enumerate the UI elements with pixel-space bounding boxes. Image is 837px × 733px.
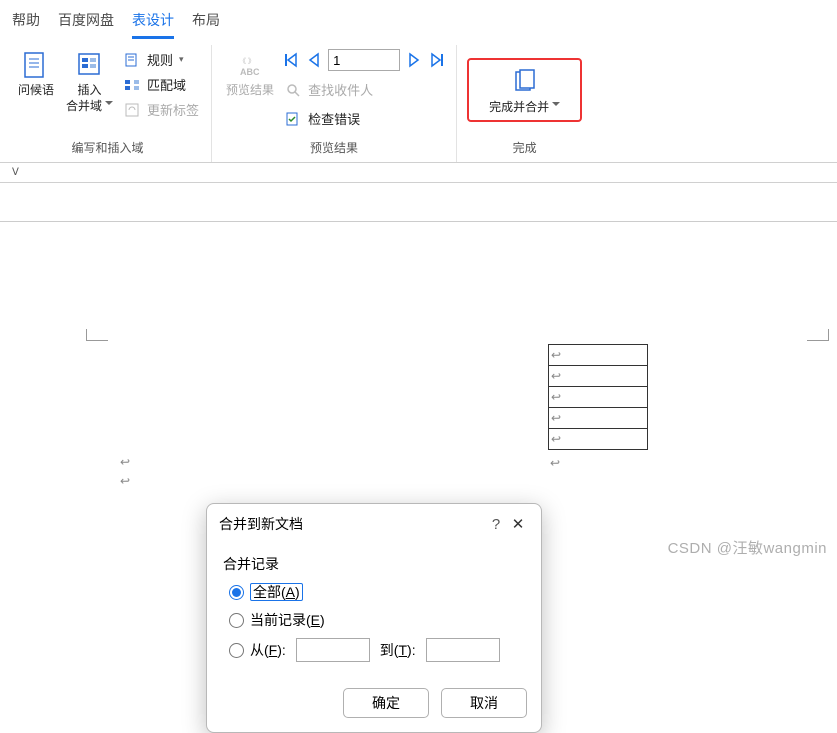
finish-merge-icon <box>509 66 541 98</box>
preview-icon: 《 》 ABC <box>234 49 266 81</box>
ribbon: 问候语 插入 合并域 规则 ▾ <box>0 39 837 163</box>
rules-button[interactable]: 规则 ▾ <box>121 49 201 70</box>
merge-to-new-document-dialog: 合并到新文档 ? ✕ 合并记录 全部(A) 当前记录(E) 从(F): 到(T)… <box>206 503 542 733</box>
update-labels-button: 更新标签 <box>121 99 201 120</box>
ok-button[interactable]: 确定 <box>343 688 429 718</box>
paragraph-marks: ↩↩ <box>120 453 130 491</box>
to-input[interactable] <box>426 638 500 662</box>
insert-field-icon <box>74 49 106 81</box>
paragraph-mark-icon: ↩ <box>551 411 561 425</box>
greeting-label: 问候语 <box>18 83 54 99</box>
from-input[interactable] <box>296 638 370 662</box>
table-row[interactable]: ↩ <box>548 365 648 387</box>
paragraph-mark-icon: ↩ <box>551 390 561 404</box>
dialog-close-button[interactable]: ✕ <box>507 515 529 533</box>
to-label: 到(T): <box>380 640 416 660</box>
radio-all[interactable] <box>229 585 244 600</box>
tab-table-design[interactable]: 表设计 <box>132 10 174 39</box>
match-fields-button[interactable]: 匹配域 <box>121 74 201 95</box>
page-corner-left <box>86 329 108 341</box>
prev-record-button[interactable] <box>306 51 322 69</box>
next-record-button[interactable] <box>406 51 422 69</box>
finish-merge-highlight: 完成并合并 <box>467 58 582 122</box>
ribbon-tabs: 帮助 百度网盘 表设计 布局 <box>0 0 837 39</box>
check-errors-button[interactable]: 检查错误 <box>282 108 446 129</box>
match-fields-icon <box>123 76 141 94</box>
insert-field-label: 插入 合并域 <box>66 83 113 114</box>
record-number-input[interactable] <box>328 49 400 71</box>
rules-icon <box>123 51 141 69</box>
radio-current-label: 当前记录(E) <box>250 610 325 630</box>
table-row[interactable]: ↩ <box>548 428 648 450</box>
group-preview-results: 《 》 ABC 预览结果 查找收件人 <box>212 45 457 162</box>
radio-all-row[interactable]: 全部(A) <box>229 582 525 602</box>
first-record-button[interactable] <box>282 51 300 69</box>
tab-layout[interactable]: 布局 <box>192 10 220 39</box>
radio-from[interactable] <box>229 643 244 658</box>
check-errors-label: 检查错误 <box>308 109 360 128</box>
svg-text:《 》: 《 》 <box>239 57 255 65</box>
cancel-button[interactable]: 取消 <box>441 688 527 718</box>
dialog-help-button[interactable]: ? <box>485 516 507 533</box>
search-icon <box>284 81 302 99</box>
page-corner-right <box>807 329 829 341</box>
paragraph-mark-icon: ↩ <box>551 369 561 383</box>
radio-current[interactable] <box>229 613 244 628</box>
paragraph-mark-icon: ↩ <box>551 348 561 362</box>
radio-all-label: 全部(A) <box>250 582 303 602</box>
page-boundary <box>0 221 837 222</box>
group-finish: 完成并合并 完成 <box>457 45 592 162</box>
ribbon-collapse-toggle[interactable]: ᐯ <box>0 163 837 183</box>
radio-from-row[interactable]: 从(F): 到(T): <box>229 638 525 662</box>
greeting-icon <box>20 49 52 81</box>
merge-records-section-label: 合并记录 <box>223 554 525 574</box>
find-recipient-label: 查找收件人 <box>308 80 373 99</box>
find-recipient-button: 查找收件人 <box>282 79 446 100</box>
last-record-button[interactable] <box>428 51 446 69</box>
tab-help[interactable]: 帮助 <box>12 10 40 39</box>
table-row[interactable]: ↩ <box>548 386 648 408</box>
chevron-down-icon: ▾ <box>179 54 184 65</box>
radio-current-row[interactable]: 当前记录(E) <box>229 610 525 630</box>
document-canvas: ↩ ↩ ↩ ↩ ↩ ↩ ↩↩ 合并到新文档 ? ✕ 合并记录 全部(A) 当前记… <box>0 183 837 543</box>
table-row[interactable]: ↩ <box>548 407 648 429</box>
svg-text:ABC: ABC <box>240 67 260 77</box>
group2-label: 预览结果 <box>310 135 358 162</box>
group1-label: 编写和插入域 <box>72 135 144 162</box>
greeting-line-button[interactable]: 问候语 <box>14 47 58 101</box>
preview-results-button: 《 》 ABC 预览结果 <box>222 47 278 101</box>
insert-merge-field-button[interactable]: 插入 合并域 <box>62 47 117 116</box>
dialog-title: 合并到新文档 <box>219 514 303 534</box>
paragraph-mark-icon: ↩ <box>551 432 561 446</box>
tab-baidu[interactable]: 百度网盘 <box>58 10 114 39</box>
finish-merge-button[interactable]: 完成并合并 <box>485 64 564 118</box>
match-fields-label: 匹配域 <box>147 75 186 94</box>
group3-label: 完成 <box>513 135 537 162</box>
paragraph-mark-icon: ↩ <box>550 456 560 470</box>
rules-label: 规则 <box>147 50 173 69</box>
preview-label: 预览结果 <box>226 83 274 99</box>
update-labels-icon <box>123 101 141 119</box>
document-table: ↩ ↩ ↩ ↩ ↩ ↩ <box>548 345 648 472</box>
table-row[interactable]: ↩ <box>548 344 648 366</box>
finish-merge-label: 完成并合并 <box>489 100 560 116</box>
update-labels-label: 更新标签 <box>147 100 199 119</box>
group-write-insert-fields: 问候语 插入 合并域 规则 ▾ <box>4 45 212 162</box>
watermark: CSDN @汪敏wangmin <box>668 537 827 558</box>
radio-from-label: 从(F): <box>250 640 286 660</box>
check-icon <box>284 110 302 128</box>
